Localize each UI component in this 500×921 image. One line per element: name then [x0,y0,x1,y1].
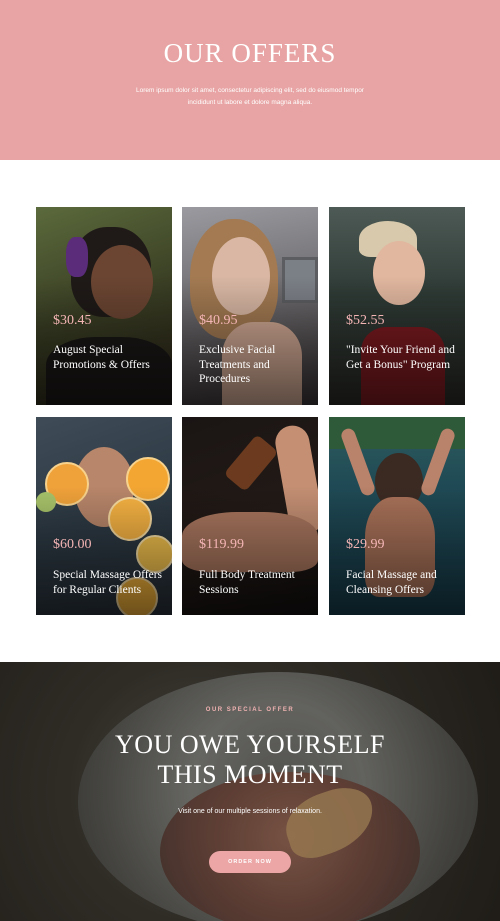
offer-price: $40.95 [199,313,238,328]
offers-grid: $30.45 August Special Promotions & Offer… [36,207,466,617]
offer-card[interactable]: $60.00 Special Massage Offers for Regula… [36,417,172,615]
offer-price: $30.45 [53,313,92,328]
offers-hero: OUR OFFERS Lorem ipsum dolor sit amet, c… [0,0,500,160]
special-offer-kicker: OUR SPECIAL OFFER [205,707,295,713]
offer-title: Facial Massage and Cleansing Offers [346,569,437,596]
offer-card[interactable]: $40.95 Exclusive Facial Treatments and P… [182,207,318,405]
page-title: OUR OFFERS [163,38,337,68]
offer-price: $52.55 [346,313,385,328]
headline-line: YOU OWE YOURSELF [115,730,385,759]
offer-title: August Special Promotions & Offers [53,344,150,371]
offer-price: $60.00 [53,537,92,552]
headline-line: THIS MOMENT [157,760,343,789]
offer-price: $119.99 [199,537,244,552]
order-now-button[interactable]: ORDER NOW [209,851,291,873]
offer-title: Special Massage Offers for Regular Clien… [53,569,163,596]
special-offer-headline: YOU OWE YOURSELF THIS MOMENT [0,730,500,790]
hero-description: Lorem ipsum dolor sit amet, consectetur … [136,87,364,106]
offer-card[interactable]: $30.45 August Special Promotions & Offer… [36,207,172,405]
offer-card[interactable]: $119.99 Full Body Treatment Sessions [182,417,318,615]
offer-title: Full Body Treatment Sessions [199,569,295,596]
offer-title: Exclusive Facial Treatments and Procedur… [199,344,276,385]
offer-card[interactable]: $52.55 "Invite Your Friend and Get a Bon… [329,207,465,405]
offer-title: "Invite Your Friend and Get a Bonus" Pro… [346,344,455,371]
offer-card[interactable]: $29.99 Facial Massage and Cleansing Offe… [329,417,465,615]
special-offer-subtext: Visit one of our multiple sessions of re… [178,808,322,815]
special-offer-section: OUR SPECIAL OFFER YOU OWE YOURSELF THIS … [0,662,500,921]
offer-price: $29.99 [346,537,385,552]
